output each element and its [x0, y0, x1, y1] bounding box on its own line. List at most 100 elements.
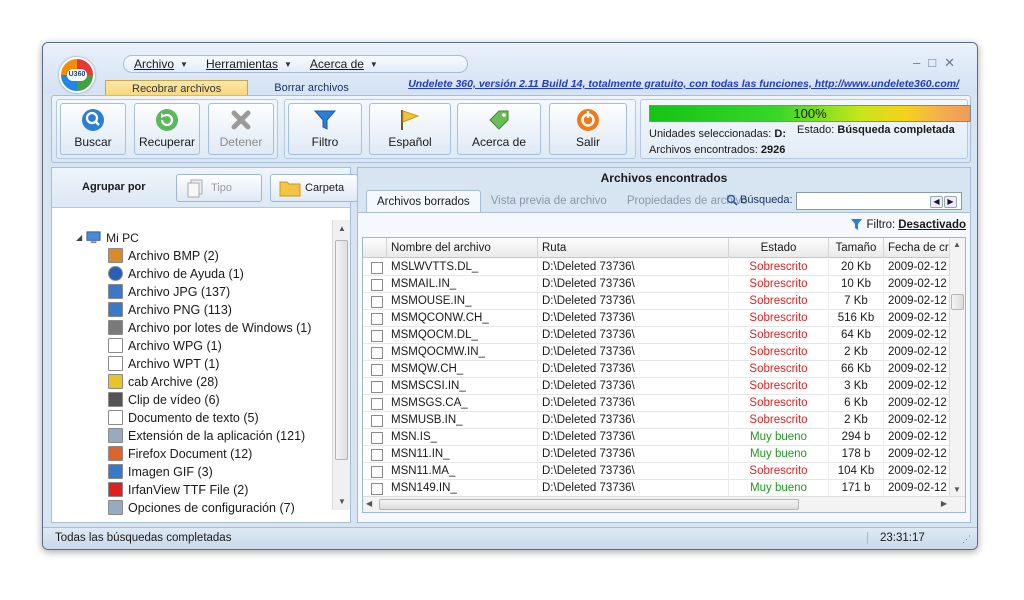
tree-item[interactable]: Clip de vídeo (6) — [108, 392, 220, 407]
menu-acerca-de[interactable]: Acerca de — [300, 57, 370, 71]
maximize-icon[interactable]: □ — [928, 55, 944, 70]
idioma-button[interactable]: Español — [369, 103, 451, 155]
cell-tamano: 516 Kb — [829, 310, 884, 327]
cell-estado: Sobrescrito — [729, 293, 829, 310]
menu-archivo[interactable]: Archivo — [124, 57, 180, 71]
table-row[interactable]: MSMAIL.IN_ D:\Deleted 73736\ Sobrescrito 10… — [363, 276, 954, 293]
row-checkbox[interactable] — [371, 296, 383, 308]
cell-ruta: D:\Deleted 73736\ — [538, 361, 729, 378]
close-icon[interactable]: ✕ — [944, 55, 963, 70]
col-estado-header[interactable]: Estado — [729, 238, 829, 258]
col-tamano-header[interactable]: Tamaño — [829, 238, 884, 258]
table-row[interactable]: MSN11.IN_ D:\Deleted 73736\ Muy bueno 178 b… — [363, 446, 954, 463]
table-hscroll-thumb[interactable] — [379, 499, 799, 510]
tree-item[interactable]: Archivo WPG (1) — [108, 338, 222, 353]
group-by-tipo-button[interactable]: Tipo — [176, 174, 262, 202]
tree-item[interactable]: Extensión de la aplicación (121) — [108, 428, 305, 443]
row-checkbox[interactable] — [371, 381, 383, 393]
scroll-up-icon[interactable]: ▲ — [333, 224, 351, 233]
table-row[interactable]: MSMSGS.CA_ D:\Deleted 73736\ Sobrescrito 6 … — [363, 395, 954, 412]
search-input[interactable]: ◀ ▶ — [796, 192, 962, 210]
tree-item[interactable]: Opciones de configuración (7) — [108, 500, 295, 515]
tree-item[interactable]: IrfanView TTF File (2) — [108, 482, 248, 497]
col-fecha-header[interactable]: Fecha de cr — [884, 238, 954, 258]
tree-scrollbar[interactable]: ▲ ▼ — [332, 220, 350, 510]
tree-item[interactable]: Archivo JPG (137) — [108, 284, 230, 299]
tree-item[interactable]: Imagen GIF (3) — [108, 464, 213, 479]
table-row[interactable]: MSMSCSI.IN_ D:\Deleted 73736\ Sobrescrito 3… — [363, 378, 954, 395]
col-ruta-header[interactable]: Ruta — [538, 238, 729, 258]
search-icon — [726, 194, 738, 206]
scroll-right-icon[interactable]: ▶ — [941, 499, 947, 508]
row-checkbox[interactable] — [371, 364, 383, 376]
tree-item[interactable]: Firefox Document (12) — [108, 446, 252, 461]
filtro-label: Filtro — [311, 135, 339, 149]
filter-value[interactable]: Desactivado — [898, 219, 966, 231]
table-row[interactable]: MSMQCONW.CH_ D:\Deleted 73736\ Sobrescrito… — [363, 310, 954, 327]
table-scroll-thumb[interactable] — [951, 294, 964, 310]
tree-item[interactable]: cab Archive (28) — [108, 374, 218, 389]
row-checkbox[interactable] — [371, 483, 383, 495]
row-checkbox[interactable] — [371, 466, 383, 478]
row-checkbox[interactable] — [371, 347, 383, 359]
table-row[interactable]: MSMUSB.IN_ D:\Deleted 73736\ Sobrescrito 2 … — [363, 412, 954, 429]
tree-item[interactable]: Archivo PNG (113) — [108, 302, 232, 317]
search-next-icon[interactable]: ▶ — [944, 196, 957, 208]
search-prev-icon[interactable]: ◀ — [930, 196, 943, 208]
table-row[interactable]: MSMQOCMW.IN_ D:\Deleted 73736\ Sobrescrito… — [363, 344, 954, 361]
cell-ruta: D:\Deleted 73736\ — [538, 344, 729, 361]
filter-status[interactable]: Filtro: Desactivado — [850, 218, 966, 231]
table-row[interactable]: MSMQW.CH_ D:\Deleted 73736\ Sobrescrito 66 … — [363, 361, 954, 378]
filtro-button[interactable]: Filtro — [288, 103, 362, 155]
tree-item[interactable]: Archivo por lotes de Windows (1) — [108, 320, 311, 335]
col-nombre-header[interactable]: Nombre del archivo — [387, 238, 538, 258]
tree-item[interactable]: Archivo WPT (1) — [108, 356, 219, 371]
resize-grip-icon[interactable]: ⋰ — [962, 534, 971, 545]
table-row[interactable]: MSLWVTTS.DL_ D:\Deleted 73736\ Sobrescrito… — [363, 259, 954, 276]
row-checkbox[interactable] — [371, 449, 383, 461]
tree-item[interactable]: Archivo de Ayuda (1) — [108, 266, 244, 281]
col-checkbox-header[interactable] — [363, 238, 387, 258]
detener-button[interactable]: Detener — [208, 103, 274, 155]
table-row[interactable]: MSMOUSE.IN_ D:\Deleted 73736\ Sobrescrito 7… — [363, 293, 954, 310]
row-checkbox[interactable] — [371, 432, 383, 444]
row-checkbox[interactable] — [371, 313, 383, 325]
row-checkbox[interactable] — [371, 398, 383, 410]
help-icon — [108, 266, 123, 281]
cell-ruta: D:\Deleted 73736\ — [538, 446, 729, 463]
group-by-carpeta-button[interactable]: Carpeta — [270, 174, 358, 202]
row-checkbox[interactable] — [371, 279, 383, 291]
table-row[interactable]: MSMQOCM.DL_ D:\Deleted 73736\ Sobrescrito 6… — [363, 327, 954, 344]
tab-archivos-borrados[interactable]: Archivos borrados — [366, 190, 481, 212]
buscar-button[interactable]: Buscar — [60, 103, 126, 155]
scroll-up-icon[interactable]: ▲ — [953, 240, 961, 249]
tree-item-label: Archivo WPT (1) — [128, 356, 220, 371]
expand-arrow-icon[interactable]: ◢ — [76, 233, 82, 242]
scroll-down-icon[interactable]: ▼ — [953, 485, 961, 494]
window-controls: –□✕ — [913, 55, 963, 71]
scroll-left-icon[interactable]: ◀ — [366, 499, 372, 508]
salir-button[interactable]: Salir — [549, 103, 627, 155]
table-row[interactable]: MSN.IS_ D:\Deleted 73736\ Muy bueno 294 b 20… — [363, 429, 954, 446]
row-checkbox[interactable] — [371, 415, 383, 427]
table-vertical-scrollbar[interactable]: ▲ ▼ — [949, 238, 965, 496]
table-horizontal-scrollbar[interactable]: ◀ ▶ — [363, 496, 965, 512]
menu-herramientas[interactable]: Herramientas — [196, 57, 284, 71]
recuperar-button[interactable]: Recuperar — [134, 103, 200, 155]
tree-item[interactable]: Documento de texto (5) — [108, 410, 259, 425]
app-logo[interactable]: U360 — [59, 57, 95, 93]
acerca-de-button[interactable]: Acerca de — [457, 103, 541, 155]
promo-link[interactable]: Undelete 360, versión 2.11 Build 14, tot… — [408, 78, 959, 90]
minimize-icon[interactable]: – — [913, 55, 928, 70]
table-row[interactable]: MSN11.MA_ D:\Deleted 73736\ Sobrescrito 104… — [363, 463, 954, 480]
row-checkbox[interactable] — [371, 262, 383, 274]
tab-vista-previa[interactable]: Vista previa de archivo — [481, 190, 617, 212]
table-row[interactable]: MSN149.IN_ D:\Deleted 73736\ Muy bueno 171 … — [363, 480, 954, 497]
group-panel: Agrupar por Tipo Carpeta ◢ Mi PC Archivo… — [51, 167, 358, 523]
tree-root-mi-pc[interactable]: ◢ Mi PC — [76, 230, 139, 245]
unidades-label: Unidades seleccionadas: — [649, 128, 772, 140]
tree-item[interactable]: Archivo BMP (2) — [108, 248, 219, 263]
tree-scroll-thumb[interactable] — [335, 240, 348, 460]
row-checkbox[interactable] — [371, 330, 383, 342]
scroll-down-icon[interactable]: ▼ — [333, 497, 351, 506]
